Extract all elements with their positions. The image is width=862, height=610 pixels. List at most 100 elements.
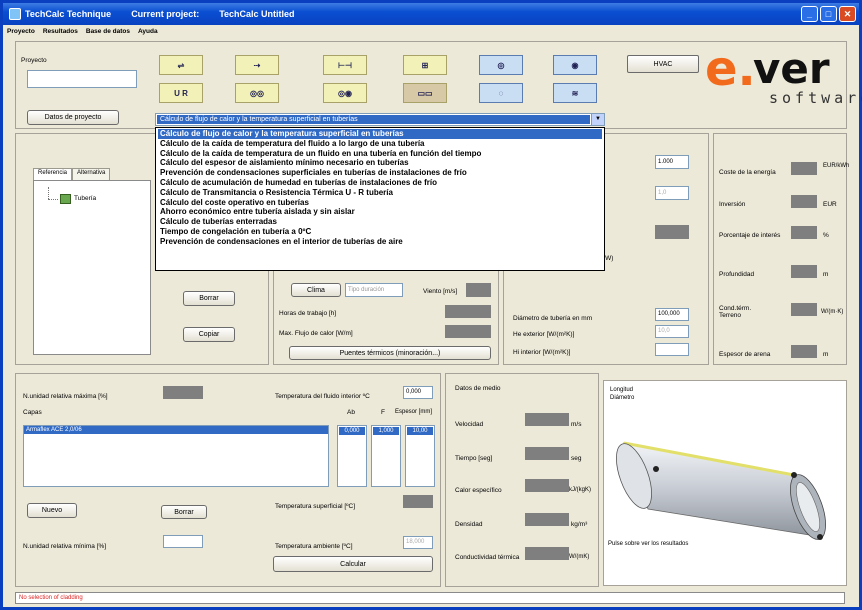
tool-pipe-section[interactable]: ⊢⊣: [323, 55, 367, 75]
dropdown-item[interactable]: Cálculo de la caída de temperatura del f…: [158, 139, 602, 149]
minimize-button[interactable]: _: [801, 6, 818, 22]
borrar-button-bottom[interactable]: Borrar: [161, 505, 207, 519]
max-flujo-input[interactable]: [445, 325, 491, 338]
coste-energia-input[interactable]: [791, 162, 817, 175]
pipe-diagram-panel[interactable]: Longitud Diámetro Pulse sobre ver los re…: [603, 380, 847, 586]
structure-tree: Tubería: [33, 180, 151, 355]
puentes-termicos-button[interactable]: Puentes térmicos (minoración...): [289, 346, 491, 360]
temp-superficial-value: [403, 495, 433, 508]
status-bar: No selection of cladding: [15, 592, 845, 604]
dropdown-item[interactable]: Cálculo de acumulación de humedad en tub…: [158, 178, 602, 188]
tool-pipe-arrow[interactable]: ⇢: [235, 55, 279, 75]
dropdown-item[interactable]: Cálculo de Transmitancia o Resistencia T…: [158, 188, 602, 198]
tool-buried-pipe[interactable]: ◌: [479, 83, 523, 103]
dropdown-item[interactable]: Ahorro económico entre tubería aislada y…: [158, 207, 602, 217]
diametro-input[interactable]: 100,000: [655, 308, 689, 321]
top-right-value-2[interactable]: 1,0: [655, 186, 689, 200]
tree-item-tuberia[interactable]: Tubería: [74, 195, 96, 202]
dropdown-item[interactable]: Cálculo de la caída de temperatura de un…: [158, 149, 602, 159]
project-data-button[interactable]: Datos de proyecto: [27, 110, 119, 125]
medium-title: Datos de medio: [455, 385, 501, 392]
espesor-column-list[interactable]: 10,00: [405, 425, 435, 487]
dropdown-item[interactable]: Prevención de condensaciones en el inter…: [158, 237, 602, 247]
borrar-button-top[interactable]: Borrar: [183, 291, 235, 306]
menu-ayuda[interactable]: Ayuda: [138, 28, 158, 35]
pipe-illustration-icon: [616, 441, 826, 540]
ab-value[interactable]: 0,000: [339, 427, 365, 435]
tool-pipe-grid[interactable]: ⊞: [403, 55, 447, 75]
dropdown-item[interactable]: Cálculo de tuberías enterradas: [158, 217, 602, 227]
clima-button[interactable]: Clima: [291, 283, 341, 297]
profundidad-unit: m: [823, 271, 829, 278]
conductividad-input[interactable]: [525, 547, 569, 560]
tool-double-pipe[interactable]: ◎◎: [235, 83, 279, 103]
top-right-value-1[interactable]: 1.000: [655, 155, 689, 169]
cond-terreno-input[interactable]: [791, 303, 817, 316]
clima-type-input[interactable]: Tipo duración: [345, 283, 403, 297]
chevron-down-icon[interactable]: ▼: [591, 114, 604, 125]
close-button[interactable]: ✕: [839, 6, 856, 22]
porcentaje-input[interactable]: [791, 226, 817, 239]
profundidad-input[interactable]: [791, 265, 817, 278]
espesor-arena-input[interactable]: [791, 345, 817, 358]
dropdown-item[interactable]: Tiempo de congelación en tubería a 0ºC: [158, 227, 602, 237]
copiar-button[interactable]: Copiar: [183, 327, 235, 342]
col-f-header: F: [381, 409, 385, 416]
max-flujo-label: Max. Flujo de calor [W/m]: [279, 330, 353, 337]
capa-row-selected[interactable]: Armaflex ACE 2,0/06: [24, 426, 328, 434]
espesor-value[interactable]: 10,00: [407, 427, 433, 435]
capas-label: Capas: [23, 409, 42, 416]
horas-label: Horas de trabajo [h]: [279, 310, 337, 317]
menu-proyecto[interactable]: Proyecto: [7, 28, 35, 35]
f-column-list[interactable]: 1,000: [371, 425, 401, 487]
maximize-button[interactable]: □: [820, 6, 837, 22]
viento-input[interactable]: [466, 283, 491, 297]
horas-input[interactable]: [445, 305, 491, 318]
ab-column-list[interactable]: 0,000: [337, 425, 367, 487]
f-value[interactable]: 1,000: [373, 427, 399, 435]
project-input[interactable]: [27, 70, 137, 88]
calculation-type-dropdown: Cálculo de flujo de calor y la temperatu…: [155, 127, 605, 271]
hvac-button[interactable]: HVAC: [627, 55, 699, 73]
tab-alternativa[interactable]: Alternativa: [72, 168, 111, 180]
tool-pipe-round[interactable]: ◎: [479, 55, 523, 75]
n-min-input[interactable]: [163, 535, 203, 548]
tool-ur[interactable]: U R: [159, 83, 203, 103]
densidad-input[interactable]: [525, 513, 569, 526]
conductividad-label: Conductividad térmica: [455, 554, 520, 561]
velocidad-input[interactable]: [525, 413, 569, 426]
dropdown-item[interactable]: Cálculo del espesor de aislamiento mínim…: [158, 158, 602, 168]
tool-duct[interactable]: ▭▭: [403, 83, 447, 103]
buried-pipe-icon: ◌: [498, 88, 504, 98]
calor-especifico-input[interactable]: [525, 479, 569, 492]
n-max-input[interactable]: [163, 386, 203, 399]
espesor-arena-unit: m: [823, 351, 829, 358]
dropdown-item[interactable]: Prevención de condensaciones superficial…: [158, 168, 602, 178]
inversion-input[interactable]: [791, 195, 817, 208]
dropdown-item[interactable]: Cálculo de flujo de calor y la temperatu…: [158, 129, 602, 139]
tool-pipe-pair[interactable]: ◎◉: [323, 83, 367, 103]
tool-pipe-flow[interactable]: ⇌: [159, 55, 203, 75]
menu-resultados[interactable]: Resultados: [43, 28, 78, 35]
tiempo-input[interactable]: [525, 447, 569, 460]
he-input[interactable]: 10,0: [655, 325, 689, 338]
tool-insulation[interactable]: ≋: [553, 83, 597, 103]
logo-e: e.: [705, 41, 756, 97]
calcular-button[interactable]: Calcular: [273, 556, 433, 572]
title-bar: TechCalc Technique Current project: Tech…: [3, 3, 859, 25]
dropdown-item[interactable]: Cálculo del coste operativo en tuberías: [158, 198, 602, 208]
n-min-label: N.unidad relativa mínima [%]: [23, 543, 107, 550]
temp-ambiente-input[interactable]: 18,000: [403, 536, 433, 549]
calculation-type-select[interactable]: Cálculo de flujo de calor y la temperatu…: [155, 113, 605, 126]
nuevo-button[interactable]: Nuevo: [27, 503, 77, 518]
ur-icon: U R: [174, 88, 188, 98]
top-right-value-3[interactable]: [655, 225, 689, 239]
menu-base-datos[interactable]: Base de datos: [86, 28, 130, 35]
temp-fluido-input[interactable]: 0,000: [403, 386, 433, 399]
tool-pipe-ring[interactable]: ◉: [553, 55, 597, 75]
capas-list[interactable]: Armaflex ACE 2,0/06: [23, 425, 329, 487]
double-pipe-icon: ◎◎: [250, 88, 264, 98]
inversion-unit: EUR: [823, 201, 837, 208]
hi-input[interactable]: [655, 343, 689, 356]
cond-terreno-unit: W/(m·K): [821, 309, 844, 315]
